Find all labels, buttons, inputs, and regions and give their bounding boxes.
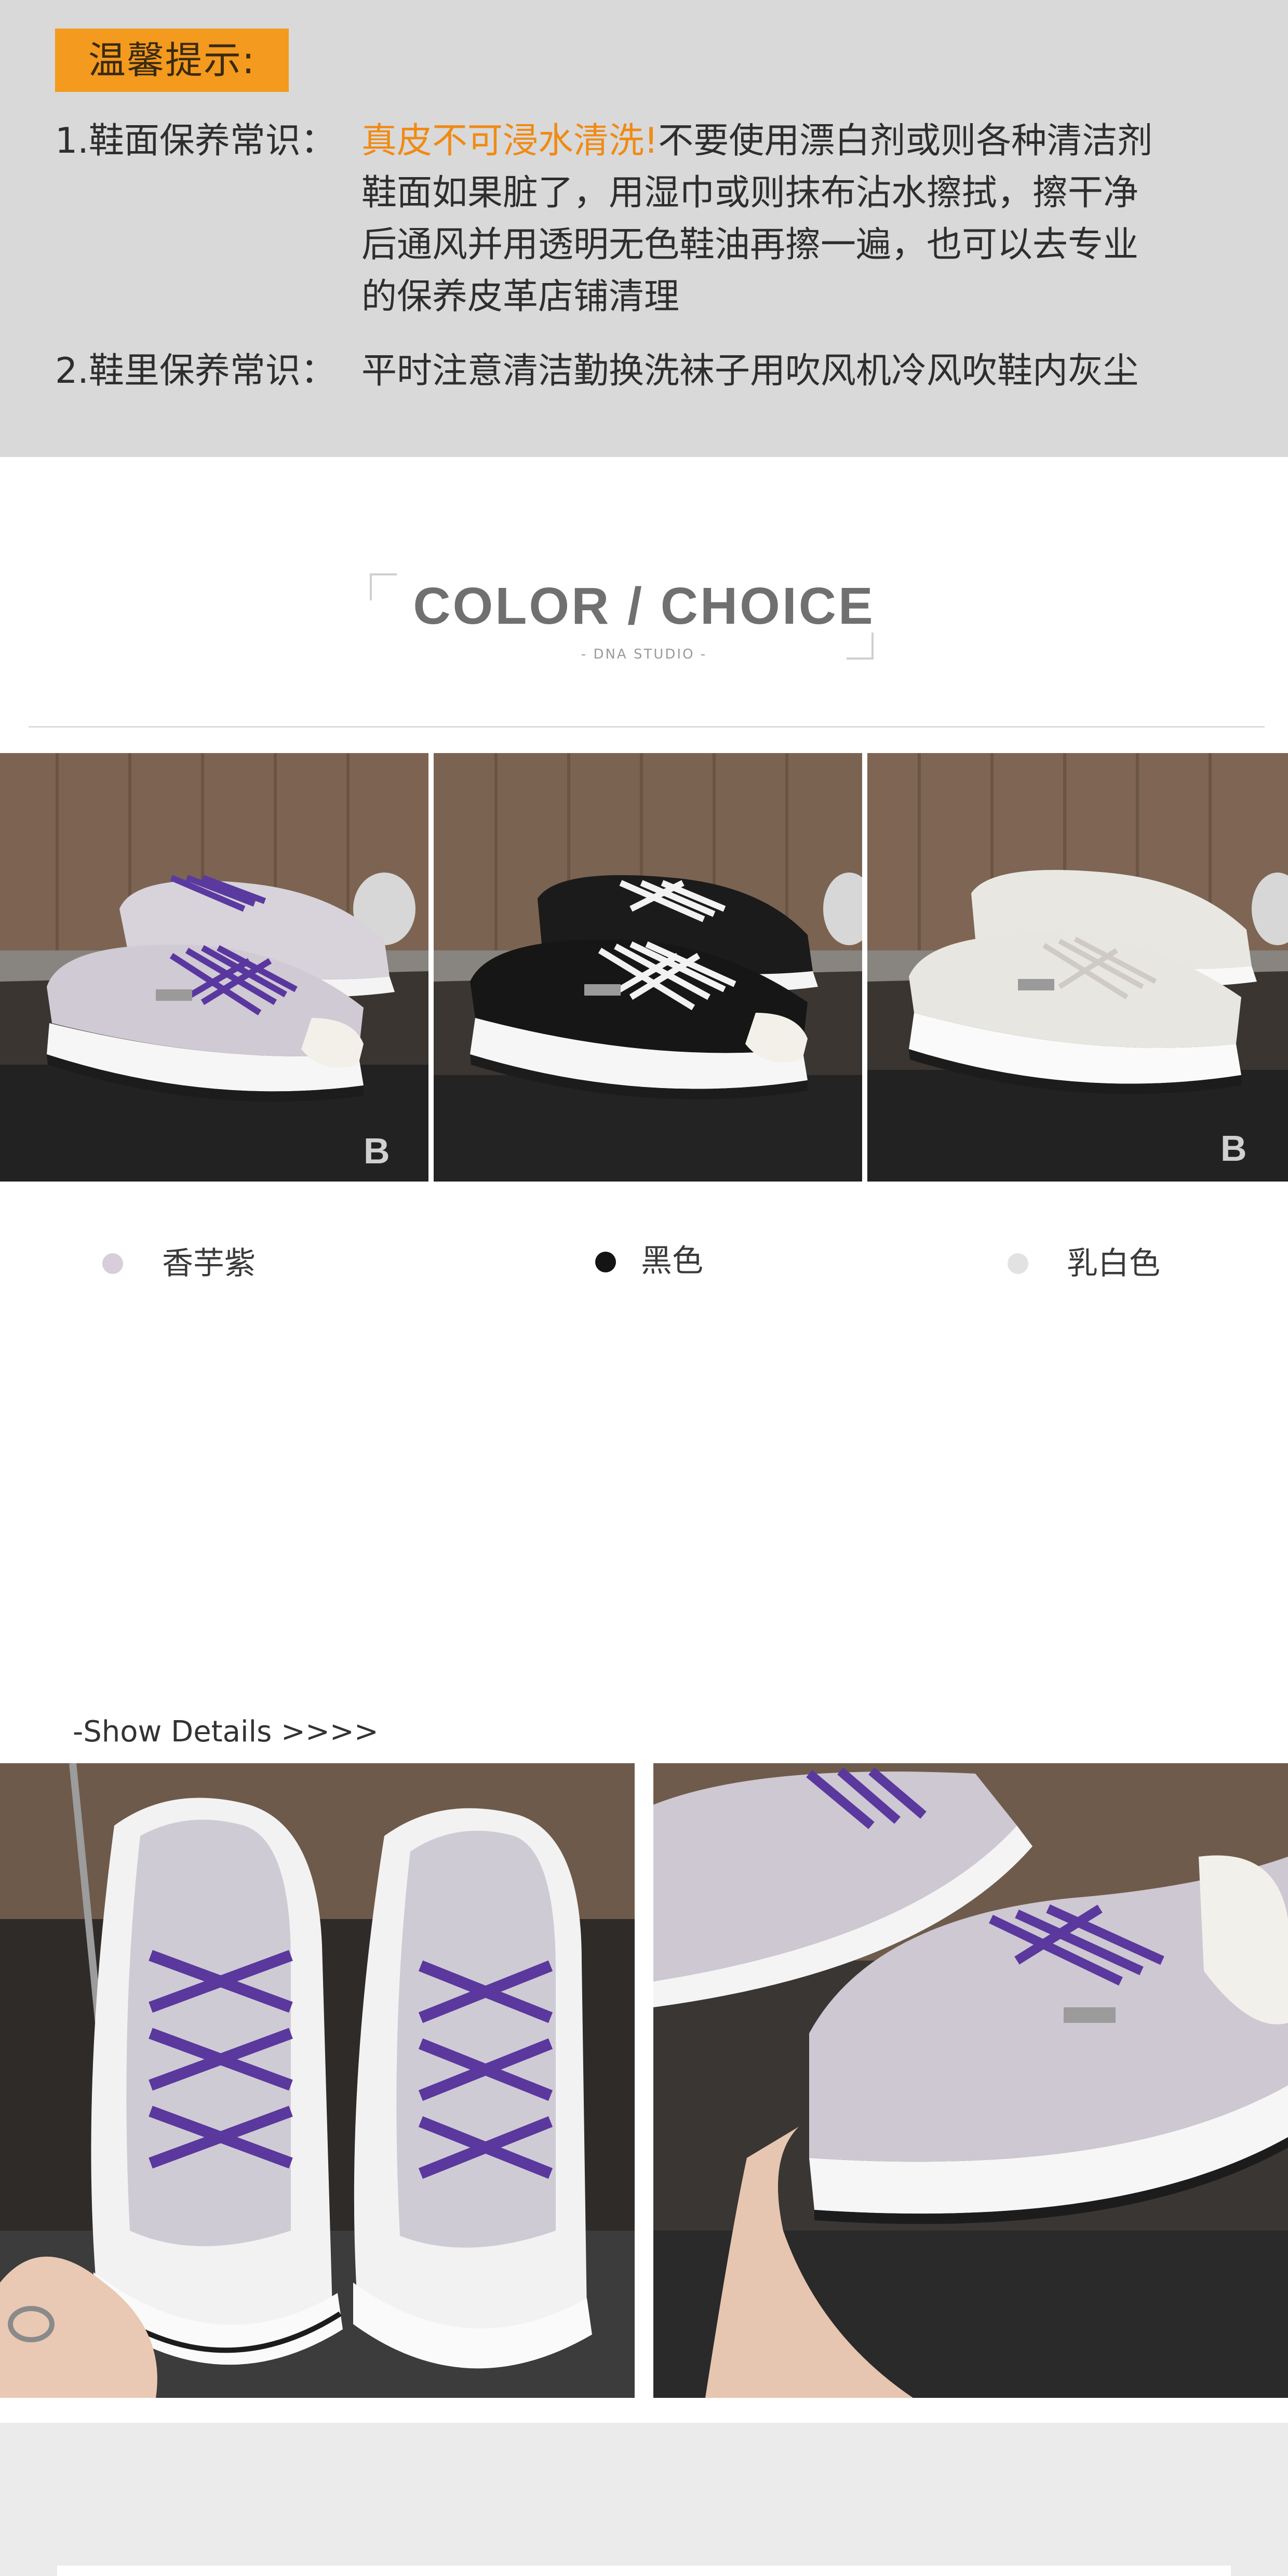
photo-milk-white[interactable]: B — [867, 753, 1288, 1182]
svg-text:B: B — [1220, 1128, 1247, 1169]
swatch-dot-taro-purple[interactable] — [102, 1253, 123, 1274]
show-details-heading: -Show Details >>>> — [73, 1715, 379, 1749]
photo-taro-purple[interactable]: B — [0, 753, 428, 1182]
tip-line-3: 后通风并用透明无色鞋油再擦一遍，也可以去专业 — [361, 224, 1139, 265]
color-choice-subtitle: - DNA STUDIO - — [581, 647, 707, 662]
detail-photo-top-view[interactable] — [0, 1763, 635, 2398]
photo-black[interactable] — [434, 753, 862, 1182]
tips-badge: 温馨提示: — [55, 29, 289, 92]
tip-line-1-rest: 不要使用漂白剂或则各种清洁剂 — [658, 120, 1153, 162]
tip-line-4: 的保养皮革店铺清理 — [361, 276, 680, 317]
tip-prefix-2: 2.鞋里保养常识： — [55, 351, 336, 392]
swatch-label-black: 黑色 — [641, 1243, 703, 1279]
tip-item-1: 1.鞋面保养常识： 真皮不可浸水清洗!不要使用漂白剂或则各种清洁剂 鞋面如果脏了… — [55, 115, 1250, 323]
detail-photo-side-view[interactable] — [653, 1763, 1288, 2398]
tip-line-2: 鞋面如果脏了，用湿巾或则抹布沾水擦拭，擦干净 — [361, 172, 1139, 213]
color-choice-title: COLOR / CHOICE — [413, 577, 875, 635]
swatch-label-milk-white: 乳白色 — [1067, 1245, 1160, 1282]
swatch-label-taro-purple: 香芋紫 — [162, 1245, 256, 1282]
tip-body-2: 平时注意清洁勤换洗袜子用吹风机冷风吹鞋内灰尘 — [361, 351, 1139, 392]
swatch-dot-black[interactable] — [595, 1252, 616, 1272]
tip-line-1: 真皮不可浸水清洗!不要使用漂白剂或则各种清洁剂 — [361, 115, 1152, 167]
tip-item-2: 2.鞋里保养常识： 平时注意清洁勤换洗袜子用吹风机冷风吹鞋内灰尘 — [55, 345, 1250, 397]
bottom-card — [57, 2566, 1231, 2576]
svg-text:B: B — [364, 1131, 390, 1171]
section-divider — [29, 726, 1265, 728]
tip-highlight: 真皮不可浸水清洗! — [361, 120, 659, 162]
tip-prefix-1: 1.鞋面保养常识： — [55, 120, 336, 162]
swatch-dot-milk-white[interactable] — [1008, 1253, 1028, 1274]
bottom-panel — [0, 2423, 1288, 2576]
